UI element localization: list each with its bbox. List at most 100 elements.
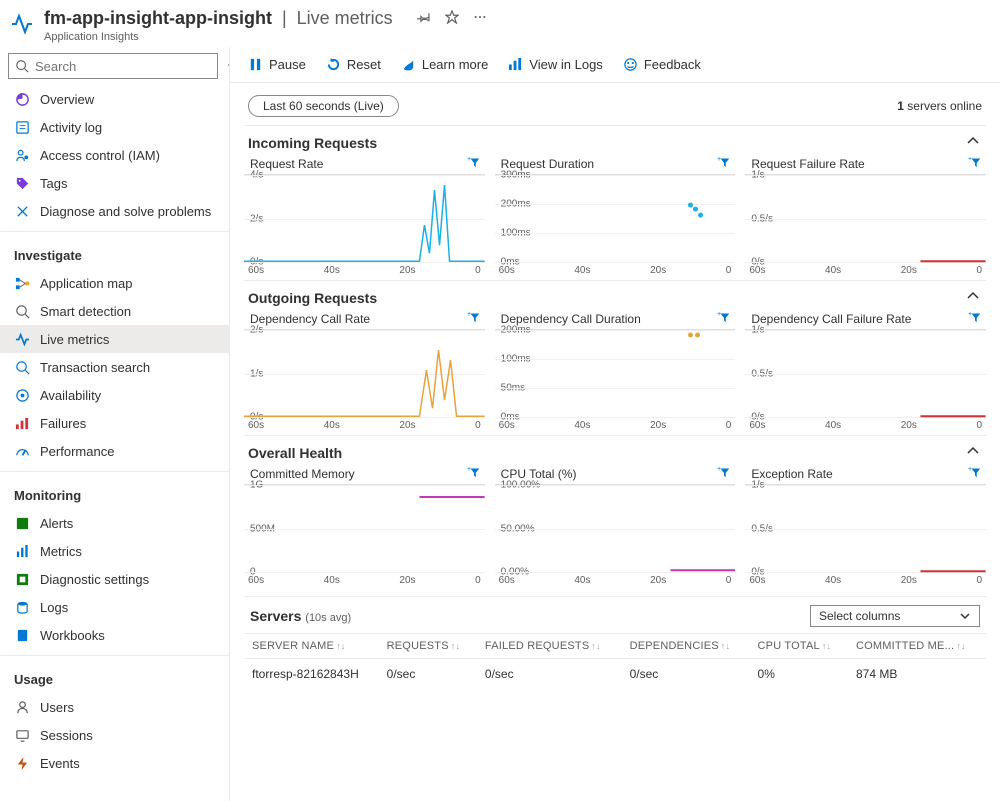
svg-text:+: + [467,466,471,473]
table-header[interactable]: FAILED REQUESTS↑↓ [477,634,622,659]
chart-x-axis: 60s40s20s0 [745,262,986,276]
reset-button[interactable]: Reset [326,57,381,72]
sidebar-item-alerts[interactable]: Alerts [0,509,229,537]
section-outgoing: Outgoing RequestsDependency Call Rate+2/… [244,280,986,431]
chart-title: Request Rate [250,157,323,171]
chart-cpu-total-: CPU Total (%)+100.00%50.00%0.00%60s40s20… [495,465,736,586]
sidebar-item-activity-log[interactable]: Activity log [0,113,229,141]
sidebar-search[interactable] [8,53,218,79]
chart-dependency-call-failure-rate: Dependency Call Failure Rate+1/s0.5/s0/s… [745,310,986,431]
collapse-chevron-icon[interactable] [966,134,980,151]
pin-icon[interactable] [417,10,431,27]
filter-icon[interactable]: + [968,310,982,327]
sidebar-item-overview[interactable]: Overview [0,85,229,113]
sidebar-item-sessions[interactable]: Sessions [0,721,229,749]
filter-icon[interactable]: + [467,310,481,327]
sidebar-item-workbooks[interactable]: Workbooks [0,621,229,649]
sidebar-item-smart-detection[interactable]: Smart detection [0,297,229,325]
sidebar-item-label: Tags [40,176,67,191]
chart-title: Dependency Call Rate [250,312,370,326]
table-header[interactable]: DEPENDENCIES↑↓ [622,634,750,659]
svg-text:+: + [717,156,721,163]
sidebar-item-failures[interactable]: Failures [0,409,229,437]
sidebar-item-tags[interactable]: Tags [0,169,229,197]
section-title: Overall Health [248,445,342,461]
sidebar-item-logs[interactable]: Logs [0,593,229,621]
chart-title: Dependency Call Duration [501,312,641,326]
metrics-icon [14,543,30,559]
servers-panel: Servers (10s avg) Select columns SERVER … [244,596,986,689]
svg-text:+: + [467,156,471,163]
chart-x-axis: 60s40s20s0 [495,417,736,431]
time-range-pill[interactable]: Last 60 seconds (Live) [248,95,399,117]
sidebar-item-availability[interactable]: Availability [0,381,229,409]
sidebar-item-label: Diagnostic settings [40,572,149,587]
section-incoming: Incoming RequestsRequest Rate+4/s2/s0/s6… [244,125,986,276]
sidebar-item-diagnose-and-solve-problems[interactable]: Diagnose and solve problems [0,197,229,225]
chart-committed-memory: Committed Memory+1G500M060s40s20s0 [244,465,485,586]
select-columns-dropdown[interactable]: Select columns [810,605,980,627]
sidebar-item-access-control-iam-[interactable]: Access control (IAM) [0,141,229,169]
section-title: Incoming Requests [248,135,377,151]
table-header[interactable]: SERVER NAME↑↓ [244,634,379,659]
sidebar-item-label: Metrics [40,544,82,559]
collapse-chevron-icon[interactable] [966,289,980,306]
tags-icon [14,175,30,191]
sidebar-item-label: Smart detection [40,304,131,319]
chart-request-rate: Request Rate+4/s2/s0/s60s40s20s0 [244,155,485,276]
sidebar-item-label: Alerts [40,516,73,531]
sidebar-item-live-metrics[interactable]: Live metrics [0,325,229,353]
activity-icon [14,119,30,135]
diag-icon [14,571,30,587]
sidebar-item-label: Transaction search [40,360,150,375]
table-header[interactable]: CPU TOTAL↑↓ [750,634,848,659]
filter-icon[interactable]: + [467,465,481,482]
star-icon[interactable] [445,10,459,27]
chart-title: Committed Memory [250,467,355,481]
sidebar-item-label: Events [40,756,80,771]
table-header[interactable]: REQUESTS↑↓ [379,634,477,659]
chart-x-axis: 60s40s20s0 [495,572,736,586]
filter-icon[interactable]: + [968,465,982,482]
filter-icon[interactable]: + [467,155,481,172]
overview-icon [14,91,30,107]
sidebar-item-metrics[interactable]: Metrics [0,537,229,565]
filter-icon[interactable]: + [968,155,982,172]
more-icon[interactable] [473,10,487,27]
sidebar-item-label: Live metrics [40,332,109,347]
pause-button[interactable]: Pause [248,57,306,72]
sidebar: Overview Activity log Access control (IAM)… [0,47,230,801]
sidebar-item-diagnostic-settings[interactable]: Diagnostic settings [0,565,229,593]
table-row[interactable]: ftorresp-82162843H0/sec0/sec0/sec0%874 M… [244,659,986,690]
sidebar-item-users[interactable]: Users [0,693,229,721]
collapse-chevron-icon[interactable] [966,444,980,461]
sidebar-item-performance[interactable]: Performance [0,437,229,465]
page-title: Live metrics [297,8,393,29]
servers-online-label: 1 servers online [897,99,982,113]
filter-icon[interactable]: + [717,310,731,327]
toolbar: Pause Reset Learn more View in Logs Feed… [230,47,1000,83]
sidebar-item-application-map[interactable]: Application map [0,269,229,297]
sidebar-item-label: Overview [40,92,94,107]
sidebar-item-label: Failures [40,416,86,431]
servers-table: SERVER NAME↑↓REQUESTS↑↓FAILED REQUESTS↑↓… [244,633,986,689]
live-icon [14,331,30,347]
diagnose-icon [14,203,30,219]
filter-icon[interactable]: + [717,465,731,482]
search-input[interactable] [35,59,211,74]
sidebar-item-label: Access control (IAM) [40,148,160,163]
logs-icon [14,599,30,615]
feedback-button[interactable]: Feedback [623,57,701,72]
filter-icon[interactable]: + [717,155,731,172]
appmap-icon [14,275,30,291]
sidebar-item-events[interactable]: Events [0,749,229,777]
servers-title: Servers [250,608,301,624]
chart-title: CPU Total (%) [501,467,577,481]
page-header: fm-app-insight-app-insight | Live metric… [0,0,1000,47]
learn-more-button[interactable]: Learn more [401,57,488,72]
view-in-logs-button[interactable]: View in Logs [508,57,602,72]
sessions-icon [14,727,30,743]
table-header[interactable]: COMMITTED ME...↑↓ [848,634,986,659]
svg-text:+: + [717,311,721,318]
sidebar-item-transaction-search[interactable]: Transaction search [0,353,229,381]
